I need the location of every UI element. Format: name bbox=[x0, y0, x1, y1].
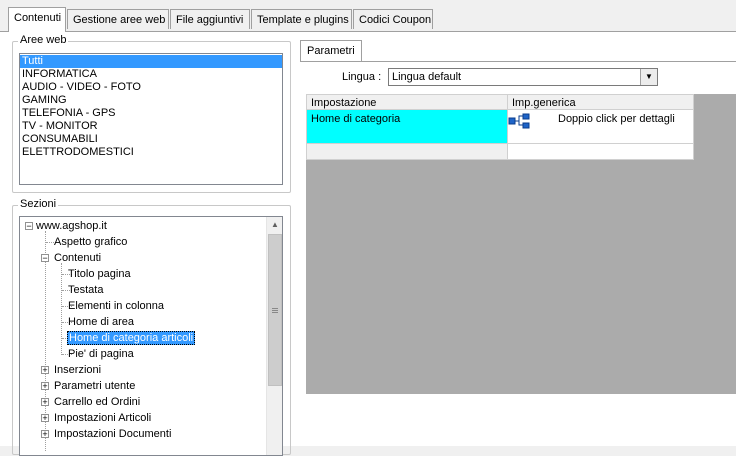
tab-file-aggiuntivi[interactable]: File aggiuntivi bbox=[170, 9, 250, 29]
list-item[interactable]: CONSUMABILI bbox=[20, 133, 282, 146]
aree-web-legend: Aree web bbox=[18, 34, 69, 46]
column-header-impostazione[interactable]: Impostazione bbox=[306, 94, 508, 110]
tree-node-aspetto-grafico[interactable]: Aspetto grafico bbox=[54, 234, 127, 250]
grip-line bbox=[272, 308, 278, 309]
list-item[interactable]: INFORMATICA bbox=[20, 68, 282, 81]
sezioni-legend: Sezioni bbox=[18, 198, 59, 210]
tree-node-parametri-utente[interactable]: Parametri utente bbox=[54, 378, 135, 394]
scrollbar-thumb[interactable] bbox=[268, 234, 282, 386]
list-item[interactable]: TV - MONITOR bbox=[20, 120, 282, 133]
expand-icon[interactable]: + bbox=[41, 382, 49, 391]
tree-node-impostazioni-documenti[interactable]: Impostazioni Documenti bbox=[54, 426, 171, 442]
tree-node-inserzioni[interactable]: Inserzioni bbox=[54, 362, 101, 378]
tree-node-home-di-categoria-articoli[interactable]: Home di categoria articoli bbox=[67, 330, 196, 346]
table-cell-impostazione[interactable]: Home di categoria bbox=[306, 110, 508, 144]
list-item[interactable]: GAMING bbox=[20, 94, 282, 107]
tree-node-titolo-pagina[interactable]: Titolo pagina bbox=[68, 266, 131, 282]
tree-node-agshop[interactable]: www.agshop.it bbox=[36, 218, 107, 234]
tree-node-testata[interactable]: Testata bbox=[68, 282, 103, 298]
list-item[interactable]: AUDIO - VIDEO - FOTO bbox=[20, 81, 282, 94]
tree-connector bbox=[61, 263, 62, 355]
grip-line bbox=[272, 312, 278, 313]
collapse-icon[interactable]: − bbox=[25, 222, 33, 231]
tree-structure-icon bbox=[508, 113, 530, 129]
tree-node-home-di-area[interactable]: Home di area bbox=[68, 314, 134, 330]
grip-line bbox=[272, 310, 278, 311]
table-cell-empty[interactable] bbox=[306, 144, 508, 160]
tree-node-impostazioni-articoli[interactable]: Impostazioni Articoli bbox=[54, 410, 151, 426]
parametri-grid[interactable]: Impostazione Imp.generica Home di catego… bbox=[306, 94, 736, 394]
parametri-tab-border bbox=[300, 61, 736, 62]
aree-web-list[interactable]: Tutti INFORMATICA AUDIO - VIDEO - FOTO G… bbox=[19, 53, 283, 185]
lingua-select-value: Lingua default bbox=[392, 71, 462, 83]
collapse-icon[interactable]: − bbox=[41, 254, 49, 263]
doppio-click-text: Doppio click per dettagli bbox=[558, 113, 675, 125]
tree-node-elementi-in-colonna[interactable]: Elementi in colonna bbox=[68, 298, 164, 314]
lingua-select[interactable]: Lingua default ▼ bbox=[388, 68, 658, 86]
table-cell-empty[interactable] bbox=[508, 144, 694, 160]
list-item[interactable]: TELEFONIA - GPS bbox=[20, 107, 282, 120]
main-tabstrip: Contenuti Gestione aree web File aggiunt… bbox=[0, 0, 736, 32]
tree-node-pie-di-pagina[interactable]: Pie' di pagina bbox=[68, 346, 134, 362]
tab-parametri[interactable]: Parametri bbox=[300, 40, 362, 62]
tab-gestione-aree-web[interactable]: Gestione aree web bbox=[67, 9, 169, 29]
chevron-down-icon[interactable]: ▼ bbox=[640, 69, 657, 85]
tab-codici-coupon[interactable]: Codici Coupon bbox=[353, 9, 433, 29]
expand-icon[interactable]: + bbox=[41, 430, 49, 439]
tab-contenuti[interactable]: Contenuti bbox=[8, 7, 66, 32]
list-item[interactable]: Tutti bbox=[20, 55, 282, 68]
tree-node-carrello-ed-ordini[interactable]: Carrello ed Ordini bbox=[54, 394, 140, 410]
tree-scrollbar[interactable]: ▲ bbox=[266, 217, 282, 455]
column-header-imp-generica[interactable]: Imp.generica bbox=[508, 94, 694, 110]
list-item[interactable]: ELETTRODOMESTICI bbox=[20, 146, 282, 159]
expand-icon[interactable]: + bbox=[41, 398, 49, 407]
expand-icon[interactable]: + bbox=[41, 366, 49, 375]
scroll-up-icon[interactable]: ▲ bbox=[267, 217, 282, 233]
expand-icon[interactable]: + bbox=[41, 414, 49, 423]
tree-node-contenuti[interactable]: Contenuti bbox=[54, 250, 101, 266]
lingua-label: Lingua : bbox=[342, 71, 382, 83]
sezioni-tree[interactable]: − − + + + + + www.agshop.it Aspetto graf… bbox=[19, 216, 283, 456]
table-cell-generica[interactable]: Doppio click per dettagli bbox=[508, 110, 694, 144]
tree-node-label: Home di categoria articoli bbox=[67, 331, 196, 345]
tab-template-e-plugins[interactable]: Template e plugins bbox=[251, 9, 352, 29]
